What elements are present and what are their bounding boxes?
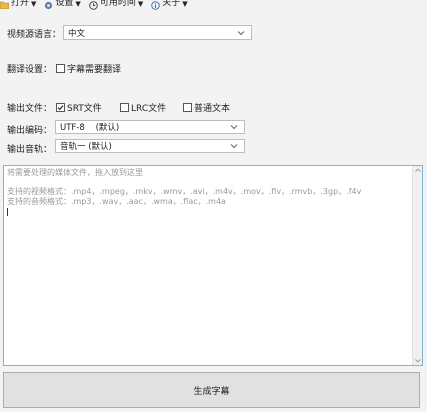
menu-bar: 打开 ▼ 设置 ▼ 可用时间 ▼ 关于 ▼ bbox=[0, 0, 427, 10]
clock-icon bbox=[89, 0, 98, 10]
drop-hint: 将需要处理的媒体文件，拖入放到这里 bbox=[7, 168, 143, 177]
output-lrc-label: LRC文件 bbox=[131, 104, 167, 114]
source-language-select[interactable]: 中文 bbox=[63, 25, 252, 40]
output-text-label: 普通文本 bbox=[194, 104, 231, 114]
info-icon bbox=[151, 0, 160, 10]
checkmark-icon bbox=[57, 105, 64, 111]
menu-open-label: 打开 bbox=[11, 0, 30, 8]
menu-about[interactable]: 关于 ▼ bbox=[151, 0, 188, 10]
translate-subtitles-label: 字幕需要翻译 bbox=[67, 65, 122, 75]
source-language-value: 中文 bbox=[68, 28, 86, 39]
chevron-down-icon: ▼ bbox=[31, 0, 37, 8]
output-track-label: 输出音轨： bbox=[7, 145, 53, 155]
generate-subtitles-button[interactable]: 生成字幕 bbox=[3, 372, 420, 408]
menu-usage-time[interactable]: 可用时间 ▼ bbox=[89, 0, 143, 10]
output-srt-label: SRT文件 bbox=[67, 104, 102, 114]
output-encoding-label: 输出编码： bbox=[7, 126, 53, 136]
output-srt-option[interactable]: SRT文件 bbox=[56, 101, 102, 114]
output-encoding-select[interactable]: UTF-8 (默认) bbox=[55, 120, 245, 134]
media-drop-zone[interactable]: 将需要处理的媒体文件，拖入放到这里 支持的视频格式：.mp4，.mpeg，.mk… bbox=[3, 165, 423, 366]
menu-settings-label: 设置 bbox=[55, 0, 74, 8]
menu-settings[interactable]: 设置 ▼ bbox=[44, 0, 81, 10]
output-text-option[interactable]: 普通文本 bbox=[183, 101, 230, 114]
output-srt-checkbox[interactable] bbox=[56, 103, 65, 112]
gear-icon bbox=[44, 1, 53, 10]
output-file-label: 输出文件： bbox=[7, 104, 53, 114]
chevron-down-icon bbox=[230, 144, 238, 149]
drop-zone-scrollbar[interactable] bbox=[412, 166, 422, 365]
menu-open[interactable]: 打开 ▼ bbox=[0, 0, 36, 10]
translation-settings-label: 翻译设置： bbox=[7, 65, 53, 75]
scroll-up-icon[interactable] bbox=[415, 168, 421, 172]
output-track-select[interactable]: 音轨一 (默认) bbox=[55, 139, 245, 153]
translate-subtitles-checkbox[interactable] bbox=[56, 64, 65, 73]
output-lrc-checkbox[interactable] bbox=[120, 103, 129, 112]
video-formats-text: 支持的视频格式：.mp4，.mpeg，.mkv，.wmv，.avi，.m4v，.… bbox=[7, 187, 362, 196]
scroll-down-icon[interactable] bbox=[415, 359, 421, 363]
chevron-down-icon bbox=[230, 125, 238, 130]
translate-subtitles-option[interactable]: 字幕需要翻译 bbox=[56, 62, 121, 75]
output-text-checkbox[interactable] bbox=[183, 103, 192, 112]
chevron-down-icon: ▼ bbox=[182, 0, 188, 8]
chevron-down-icon bbox=[237, 30, 245, 35]
text-cursor bbox=[7, 208, 8, 216]
source-language-label: 视频源语言： bbox=[7, 30, 62, 40]
chevron-down-icon: ▼ bbox=[137, 0, 144, 8]
audio-formats-text: 支持的音频格式：.mp3，.wav，.aac，.wma，.flac，.m4a bbox=[7, 197, 226, 206]
output-encoding-value: UTF-8 (默认) bbox=[60, 123, 120, 133]
output-lrc-option[interactable]: LRC文件 bbox=[120, 101, 166, 114]
menu-about-label: 关于 bbox=[162, 0, 181, 8]
chevron-down-icon: ▼ bbox=[75, 0, 81, 8]
menu-usage-time-label: 可用时间 bbox=[99, 0, 136, 8]
output-track-value: 音轨一 (默认) bbox=[60, 142, 112, 152]
folder-icon bbox=[0, 1, 9, 10]
